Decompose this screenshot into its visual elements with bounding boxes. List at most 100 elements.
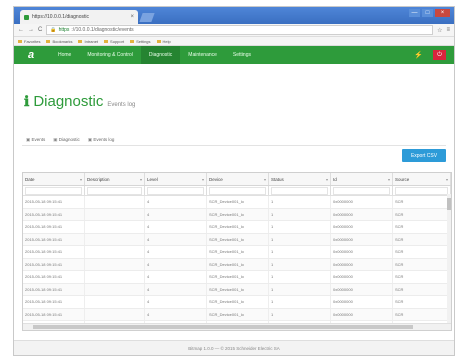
horizontal-scrollbar[interactable] xyxy=(23,323,451,330)
table-row[interactable]: 2015-05-18 09:15:41 4 SCR_Device001_lo 1 0x0… xyxy=(23,233,451,246)
cell-value: 4 xyxy=(147,274,150,280)
cell-value: 0x0000000 xyxy=(333,286,353,292)
cell-value: 0x0000000 xyxy=(333,236,353,242)
sort-caret-icon[interactable]: ▾ xyxy=(446,177,448,182)
bookmark-item[interactable]: Settings xyxy=(130,39,150,44)
tab-close-icon[interactable]: × xyxy=(130,14,134,20)
cell-value: SCR xyxy=(395,299,404,305)
forward-arrow-icon[interactable]: → xyxy=(28,27,34,33)
sort-caret-icon[interactable]: ▾ xyxy=(264,177,266,182)
scrollbar-thumb[interactable] xyxy=(33,325,413,329)
table-cell: 0x0000000 xyxy=(331,308,393,320)
table-cell: SCR_Device001_lo xyxy=(207,283,269,295)
filter-input[interactable] xyxy=(87,187,142,195)
nav-item-settings[interactable]: Settings xyxy=(225,46,259,64)
menu-icon[interactable]: ≡ xyxy=(446,27,450,33)
table-row[interactable]: 2015-05-18 09:15:41 4 SCR_Device001_lo 1 0x0… xyxy=(23,208,451,221)
star-icon[interactable]: ☆ xyxy=(437,27,442,34)
bookmark-item[interactable]: Bookmarks xyxy=(46,39,72,44)
sort-caret-icon[interactable]: ▾ xyxy=(326,177,328,182)
nav-item-diagnostic[interactable]: Diagnostic xyxy=(140,46,181,64)
sort-caret-icon[interactable]: ▾ xyxy=(202,177,204,182)
minimize-button[interactable]: — xyxy=(409,9,420,17)
table-row[interactable]: 2015-05-18 09:15:41 4 SCR_Device001_lo 1 0x0… xyxy=(23,308,451,321)
filter-input[interactable] xyxy=(333,187,390,195)
filter-input[interactable] xyxy=(209,187,266,195)
filter-input[interactable] xyxy=(25,187,82,195)
nav-item-home[interactable]: Home xyxy=(50,46,79,64)
table-row[interactable]: 2015-05-18 09:15:41 4 SCR_Device001_lo 1 0x0… xyxy=(23,283,451,296)
browser-tab[interactable]: https://10.0.0.1/diagnostic × xyxy=(20,10,138,24)
tab-diagnostic[interactable]: Diagnostic xyxy=(53,137,80,143)
table-cell: 1 xyxy=(269,221,331,233)
logout-button[interactable]: ⏻ xyxy=(433,50,446,60)
cell-value: 0x0000000 xyxy=(333,299,353,305)
table-row[interactable]: 2015-05-18 09:15:41 4 SCR_Device001_lo 1 0x0… xyxy=(23,296,451,309)
table-cell: 4 xyxy=(145,296,207,308)
table-cell: 0x0000000 xyxy=(331,233,393,245)
filter-input[interactable] xyxy=(147,187,204,195)
app-logo[interactable]: a xyxy=(22,49,40,61)
table-cell: SCR xyxy=(393,233,451,245)
bookmark-item[interactable]: Support xyxy=(104,39,124,44)
bookmarks-bar: Favorites Bookmarks Intranet Support Set… xyxy=(14,37,454,46)
cell-value: 4 xyxy=(147,311,150,317)
column-header[interactable]: Id ▾ xyxy=(331,173,393,185)
column-header[interactable]: Status ▾ xyxy=(269,173,331,185)
table-row[interactable]: 2015-05-18 09:15:41 4 SCR_Device001_lo 1 0x0… xyxy=(23,221,451,234)
cell-value: 4 xyxy=(147,261,150,267)
bookmark-item[interactable]: Favorites xyxy=(18,39,40,44)
bookmark-item[interactable]: Intranet xyxy=(78,39,98,44)
tab-events-log[interactable]: Events log xyxy=(88,137,114,143)
table-row[interactable]: 2015-05-18 09:15:41 4 SCR_Device001_lo 1 0x0… xyxy=(23,196,451,209)
export-csv-button[interactable]: Export CSV xyxy=(402,149,446,162)
events-grid: Date ▾ Description ▾ Level ▾ Device ▾ Status… xyxy=(22,172,452,331)
sort-caret-icon[interactable]: ▾ xyxy=(80,177,82,182)
cell-value: 1 xyxy=(271,286,274,292)
table-cell: SCR xyxy=(393,271,451,283)
column-header[interactable]: Date ▾ xyxy=(23,173,85,185)
cell-value: 2015-05-18 09:15:41 xyxy=(25,274,63,280)
tab-title: https://10.0.0.1/diagnostic xyxy=(32,14,89,20)
cell-value: SCR xyxy=(395,261,404,267)
nav-item-monitoring[interactable]: Monitoring & Control xyxy=(79,46,141,64)
tab-events[interactable]: Events xyxy=(26,137,46,143)
sort-caret-icon[interactable]: ▾ xyxy=(140,177,142,182)
table-cell: 0x0000000 xyxy=(331,283,393,295)
page-subtitle: Events log xyxy=(107,102,136,108)
cell-value: SCR xyxy=(395,224,404,230)
table-cell: 2015-05-18 09:15:41 xyxy=(23,208,85,220)
column-header[interactable]: Device ▾ xyxy=(207,173,269,185)
table-cell: 4 xyxy=(145,221,207,233)
column-header[interactable]: Description ▾ xyxy=(85,173,145,185)
power-icon[interactable]: ⚡ xyxy=(414,51,423,59)
new-tab-button[interactable] xyxy=(139,13,155,22)
cell-value: 2015-05-18 09:15:41 xyxy=(25,299,63,305)
filter-input[interactable] xyxy=(395,187,448,195)
address-host: ://10.0.0.1/diagnostic/events xyxy=(71,27,134,33)
table-cell: 1 xyxy=(269,196,331,208)
address-input[interactable]: 🔒 https ://10.0.0.1/diagnostic/events xyxy=(46,25,434,35)
column-header[interactable]: Source ▾ xyxy=(393,173,451,185)
bookmark-item[interactable]: Help xyxy=(157,39,171,44)
column-header-label: Device xyxy=(209,176,223,182)
window-close-button[interactable]: × xyxy=(435,9,450,17)
sub-tabs: Events Diagnostic Events log xyxy=(26,137,115,143)
cell-value: SCR xyxy=(395,249,404,255)
nav-item-maintenance[interactable]: Maintenance xyxy=(180,46,225,64)
vertical-scrollbar[interactable] xyxy=(447,194,451,324)
scrollbar-thumb[interactable] xyxy=(447,198,451,210)
cell-value: 1 xyxy=(271,299,274,305)
lock-icon: 🔒 xyxy=(50,27,57,33)
table-row[interactable]: 2015-05-18 09:15:41 4 SCR_Device001_lo 1 0x0… xyxy=(23,258,451,271)
maximize-button[interactable]: □ xyxy=(422,9,433,17)
back-arrow-icon[interactable]: ← xyxy=(18,27,24,33)
filter-input[interactable] xyxy=(271,187,328,195)
table-row[interactable]: 2015-05-18 09:15:41 4 SCR_Device001_lo 1 0x0… xyxy=(23,246,451,259)
reload-icon[interactable]: C xyxy=(38,27,42,33)
column-header[interactable]: Level ▾ xyxy=(145,173,207,185)
sort-caret-icon[interactable]: ▾ xyxy=(388,177,390,182)
table-cell: 1 xyxy=(269,271,331,283)
table-cell xyxy=(85,196,145,208)
table-row[interactable]: 2015-05-18 09:15:41 4 SCR_Device001_lo 1 0x0… xyxy=(23,271,451,284)
